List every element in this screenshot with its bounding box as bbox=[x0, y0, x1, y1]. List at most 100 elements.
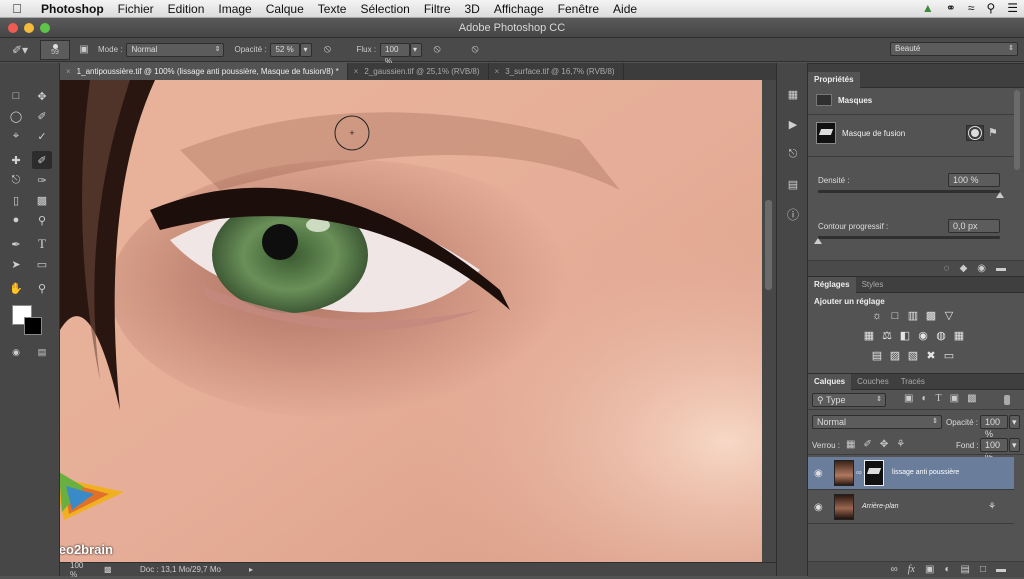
black-white-icon[interactable]: ◧ bbox=[898, 329, 912, 342]
menu-3d[interactable]: 3D bbox=[458, 2, 487, 16]
new-layer-icon[interactable]: □ bbox=[980, 564, 986, 575]
sync-icon[interactable]: ▲ bbox=[922, 1, 934, 15]
history-panel-icon[interactable]: ▦ bbox=[783, 85, 803, 103]
opacity-dropdown[interactable]: ▾ bbox=[300, 42, 313, 57]
lock-pixels-icon[interactable]: ✐ bbox=[863, 439, 871, 450]
visibility-icon[interactable]: ◉ bbox=[977, 263, 986, 274]
link-layers-icon[interactable]: ∞ bbox=[891, 564, 898, 575]
type-tool-icon[interactable]: T bbox=[32, 235, 52, 253]
menu-aide[interactable]: Aide bbox=[606, 2, 644, 16]
lock-transparency-icon[interactable]: ▦ bbox=[846, 439, 855, 450]
layer-row[interactable]: ◉ Arrière-plan ⚘ bbox=[808, 491, 1014, 524]
filter-toggle[interactable] bbox=[1004, 395, 1010, 405]
opacity-field[interactable]: 52 % bbox=[270, 42, 301, 57]
quick-select-tool-icon[interactable]: ✐ bbox=[32, 107, 52, 125]
vibrance-icon[interactable]: ▽ bbox=[942, 309, 956, 322]
tab-traces[interactable]: Tracés bbox=[895, 374, 931, 390]
tab-styles[interactable]: Styles bbox=[856, 277, 890, 293]
layer-mask-thumbnail[interactable] bbox=[864, 460, 884, 486]
marquee-tool-icon[interactable]: □ bbox=[6, 87, 26, 105]
brush-panel-toggle-icon[interactable]: ▣ bbox=[76, 44, 92, 55]
zoom-tool-icon[interactable]: ⚲ bbox=[32, 279, 52, 297]
layer-style-icon[interactable]: fx bbox=[908, 564, 915, 575]
fill-field[interactable]: 100 % bbox=[980, 438, 1008, 462]
exposure-icon[interactable]: ▩ bbox=[924, 309, 938, 322]
zoom-window-button[interactable] bbox=[40, 23, 50, 33]
menu-selection[interactable]: Sélection bbox=[353, 2, 416, 16]
layer-name[interactable]: lissage anti poussière bbox=[892, 469, 959, 476]
link-icon[interactable]: ∞ bbox=[856, 468, 862, 477]
close-icon[interactable]: × bbox=[354, 67, 359, 76]
eye-icon[interactable]: ◉ bbox=[814, 468, 823, 479]
feather-slider[interactable] bbox=[814, 236, 1000, 244]
wifi-icon[interactable]: ≈ bbox=[968, 1, 975, 15]
density-slider-handle[interactable] bbox=[996, 192, 1004, 198]
info-panel-icon[interactable]: ⓘ bbox=[783, 205, 803, 223]
density-field[interactable]: 100 % bbox=[948, 173, 1000, 187]
brightness-contrast-icon[interactable]: ☼ bbox=[870, 309, 884, 322]
quick-mask-icon[interactable]: ◉ bbox=[6, 343, 26, 361]
flow-field[interactable]: 100 % bbox=[380, 42, 411, 66]
brush-panel-icon[interactable]: ▤ bbox=[783, 175, 803, 193]
notification-list-icon[interactable]: ☰ bbox=[1007, 1, 1018, 15]
document-canvas[interactable]: + video2brain bbox=[60, 80, 762, 562]
posterize-icon[interactable]: ▨ bbox=[888, 349, 902, 362]
mode-select[interactable]: Normal ⇕ bbox=[126, 42, 225, 57]
menu-affichage[interactable]: Affichage bbox=[487, 2, 551, 16]
color-lookup-icon[interactable]: ▦ bbox=[952, 329, 966, 342]
airbrush-icon[interactable]: ⦸ bbox=[428, 43, 446, 56]
layer-filter-select[interactable]: ⚲ Type ⇕ bbox=[812, 393, 886, 407]
screen-mode-icon[interactable]: ▤ bbox=[32, 343, 52, 361]
menu-image[interactable]: Image bbox=[211, 2, 258, 16]
hue-saturation-icon[interactable]: ▦ bbox=[862, 329, 876, 342]
brush-size-picker[interactable]: 59 bbox=[40, 39, 70, 60]
tab-antipoussiere[interactable]: × 1_antipoussière.tif @ 100% (lissage ant… bbox=[60, 63, 348, 80]
invert-icon[interactable]: ▤ bbox=[870, 349, 884, 362]
vector-mask-icon[interactable]: ⚑ bbox=[988, 126, 998, 139]
tab-surface[interactable]: × 3_surface.tif @ 16,7% (RVB/8) bbox=[489, 63, 624, 80]
levels-icon[interactable]: □ bbox=[888, 309, 902, 322]
add-mask-icon[interactable]: ▣ bbox=[925, 564, 934, 575]
flow-dropdown[interactable]: ▾ bbox=[410, 42, 423, 57]
clone-stamp-tool-icon[interactable]: ⎋ bbox=[6, 171, 26, 189]
menu-filtre[interactable]: Filtre bbox=[417, 2, 458, 16]
eraser-tool-icon[interactable]: ▯ bbox=[6, 191, 26, 209]
brush-tool-preset-icon[interactable]: ✐▾ bbox=[0, 43, 40, 57]
close-icon[interactable]: × bbox=[495, 67, 500, 76]
menu-texte[interactable]: Texte bbox=[311, 2, 354, 16]
menu-fenetre[interactable]: Fenêtre bbox=[551, 2, 606, 16]
trash-icon[interactable]: ▬ bbox=[996, 263, 1006, 274]
tool-presets-panel-icon[interactable]: ⎋ bbox=[783, 145, 803, 163]
apple-icon[interactable]:  bbox=[0, 1, 34, 16]
menu-edition[interactable]: Edition bbox=[161, 2, 212, 16]
pen-tool-icon[interactable]: ✒ bbox=[6, 235, 26, 253]
actions-panel-icon[interactable]: ▶ bbox=[783, 115, 803, 133]
export-icon[interactable]: ▩ bbox=[104, 565, 124, 574]
properties-scrollbar-thumb[interactable] bbox=[1014, 90, 1020, 170]
workspace-select[interactable]: Beauté ⇕ bbox=[890, 42, 1018, 56]
move-tool-icon[interactable]: ✥ bbox=[32, 87, 52, 105]
spotlight-icon[interactable]: ⚲ bbox=[986, 1, 995, 15]
lasso-tool-icon[interactable]: ◯ bbox=[6, 107, 26, 125]
curves-icon[interactable]: ▥ bbox=[906, 309, 920, 322]
dodge-tool-icon[interactable]: ⚲ bbox=[32, 211, 52, 229]
apply-mask-icon[interactable]: ◆ bbox=[960, 263, 968, 274]
menu-calque[interactable]: Calque bbox=[259, 2, 311, 16]
group-folder-icon[interactable]: ▤ bbox=[961, 564, 970, 575]
pixel-mask-button[interactable] bbox=[966, 125, 984, 141]
background-color-swatch[interactable] bbox=[24, 317, 42, 335]
crop-tool-icon[interactable]: ⌖ bbox=[6, 127, 26, 145]
adjustment-filter-icon[interactable]: ◐ bbox=[921, 393, 927, 404]
rectangle-tool-icon[interactable]: ▭ bbox=[32, 255, 52, 273]
channel-mixer-icon[interactable]: ◍ bbox=[934, 329, 948, 342]
blend-mode-select[interactable]: Normal ⇕ bbox=[812, 415, 942, 429]
feather-field[interactable]: 0,0 px bbox=[948, 219, 1000, 233]
creative-cloud-icon[interactable]: ⚭ bbox=[946, 1, 956, 15]
menu-app-name[interactable]: Photoshop bbox=[34, 2, 111, 16]
photo-filter-icon[interactable]: ◉ bbox=[916, 329, 930, 342]
gradient-map-icon[interactable]: ▭ bbox=[942, 349, 956, 362]
fill-dropdown[interactable]: ▾ bbox=[1009, 438, 1020, 452]
healing-brush-tool-icon[interactable]: ✚ bbox=[6, 151, 26, 169]
pressure-size-icon[interactable]: ⦸ bbox=[466, 43, 484, 56]
adjustment-layer-icon[interactable]: ◐ bbox=[944, 564, 950, 575]
